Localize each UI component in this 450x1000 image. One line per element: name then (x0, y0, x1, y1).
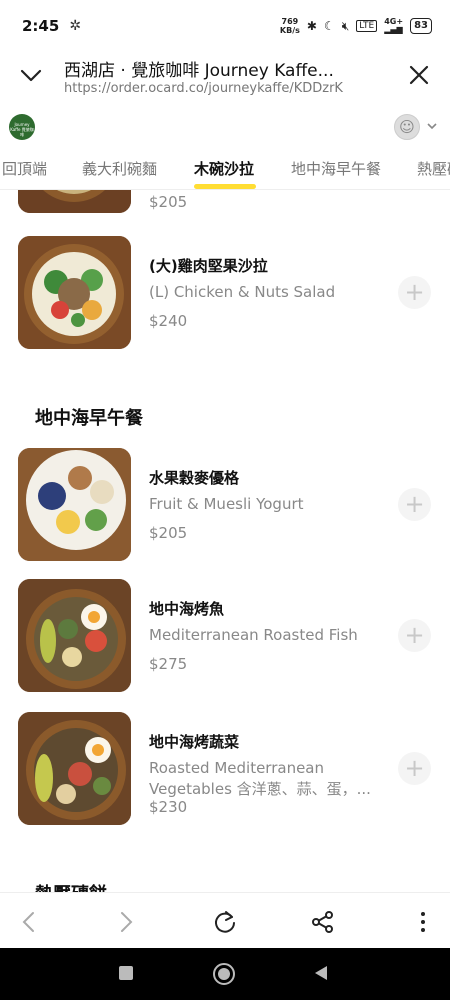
page-url[interactable]: https://order.ocard.co/journeykaffe/KDDz… (64, 81, 394, 96)
store-bar: Journey Kaffe 覺旅咖啡 ☺ (0, 108, 450, 148)
item-description: Mediterranean Roasted Fish (149, 626, 358, 644)
item-price: $275 (149, 655, 188, 673)
item-name: 地中海烤魚 (149, 600, 225, 618)
menu-list[interactable]: $205 (大)雞肉堅果沙拉 (L) Chicken & Nuts Salad … (0, 190, 450, 892)
section-title: 熱壓磚餅 (35, 880, 107, 892)
item-price: $205 (149, 524, 188, 542)
tab-italian-bowl-pasta[interactable]: 義大利碗麵 (82, 158, 157, 179)
tab-wooden-bowl-salad[interactable]: 木碗沙拉 (194, 158, 254, 179)
system-nav-bar (0, 948, 450, 1000)
recents-icon[interactable] (117, 964, 135, 982)
item-image (18, 448, 131, 561)
do-not-disturb-icon: ☾ (323, 19, 335, 33)
plus-icon: + (404, 490, 425, 518)
item-image (18, 236, 131, 349)
item-description: Fruit & Muesli Yogurt (149, 495, 304, 513)
menu-item-fruit-muesli-yogurt[interactable]: 水果穀麥優格 Fruit & Muesli Yogurt $205 + (0, 448, 450, 564)
tab-hot-pressed[interactable]: 熱壓磚 (417, 158, 450, 179)
signal-icon: 4G+ ▂▄▆ (384, 17, 404, 34)
item-description: (L) Chicken & Nuts Salad (149, 283, 336, 301)
plus-icon: + (404, 621, 425, 649)
battery-icon: 83 (410, 18, 432, 34)
back-arrow-icon[interactable] (16, 909, 42, 935)
tab-mediterranean-brunch[interactable]: 地中海早午餐 (291, 158, 381, 179)
refresh-icon[interactable] (212, 909, 238, 935)
page-title: 西湖店 · 覺旅咖啡 Journey Kaffe... (64, 61, 334, 81)
chevron-down-icon[interactable] (426, 120, 438, 132)
status-time: 2:45 (22, 17, 60, 35)
net-speed: 769 KB/s (279, 17, 300, 35)
menu-item[interactable]: $205 (0, 190, 450, 216)
status-bar: 2:45 ✲ 769 KB/s ✱ ☾ 🔇︎ LTE 4G+ ▂▄▆ 83 (0, 0, 450, 52)
plus-icon: + (404, 754, 425, 782)
menu-item-chicken-nuts-salad[interactable]: (大)雞肉堅果沙拉 (L) Chicken & Nuts Salad $240 … (0, 236, 450, 352)
close-icon[interactable] (408, 64, 430, 86)
menu-item-roasted-mediterranean-vegetables[interactable]: 地中海烤蔬菜 Roasted Mediterranean Vegetables … (0, 712, 450, 828)
item-price: $240 (149, 312, 188, 330)
status-icons: 769 KB/s ✱ ☾ 🔇︎ LTE 4G+ ▂▄▆ 83 (280, 17, 432, 35)
add-to-cart-button[interactable]: + (398, 276, 431, 309)
item-image (18, 579, 131, 692)
add-to-cart-button[interactable]: + (398, 752, 431, 785)
browser-header: 西湖店 · 覺旅咖啡 Journey Kaffe... https://orde… (0, 52, 450, 104)
add-to-cart-button[interactable]: + (398, 488, 431, 521)
active-tab-indicator (194, 184, 256, 189)
category-tabs: 回頂端 義大利碗麵 木碗沙拉 地中海早午餐 熱壓磚 (0, 148, 450, 190)
store-logo[interactable]: Journey Kaffe 覺旅咖啡 (9, 114, 35, 140)
forward-arrow-icon[interactable] (113, 909, 139, 935)
tab-back-to-top[interactable]: 回頂端 (2, 158, 47, 179)
plus-icon: + (404, 278, 425, 306)
app-notification-icon: ✲ (69, 18, 82, 34)
item-image (18, 712, 131, 825)
item-price: $205 (149, 193, 188, 211)
user-avatar-icon[interactable]: ☺ (394, 114, 420, 140)
item-price: $230 (149, 798, 188, 816)
bluetooth-icon: ✱ (306, 19, 317, 33)
section-title: 地中海早午餐 (35, 408, 143, 429)
home-icon[interactable] (212, 962, 236, 986)
chevron-down-icon[interactable] (18, 62, 44, 88)
item-name: 水果穀麥優格 (149, 469, 240, 487)
volte-icon: LTE (356, 20, 378, 32)
back-icon[interactable] (312, 964, 330, 982)
item-image (18, 190, 131, 213)
share-icon[interactable] (310, 909, 336, 935)
menu-item-mediterranean-roasted-fish[interactable]: 地中海烤魚 Mediterranean Roasted Fish $275 + (0, 579, 450, 695)
more-menu-icon[interactable] (410, 909, 436, 935)
item-name: (大)雞肉堅果沙拉 (149, 257, 268, 275)
mute-icon: 🔇︎ (341, 18, 350, 33)
add-to-cart-button[interactable]: + (398, 619, 431, 652)
item-description: Roasted Mediterranean Vegetables 含洋蔥、蒜、蛋… (149, 759, 371, 798)
browser-toolbar (0, 892, 450, 948)
item-name: 地中海烤蔬菜 (149, 733, 240, 751)
